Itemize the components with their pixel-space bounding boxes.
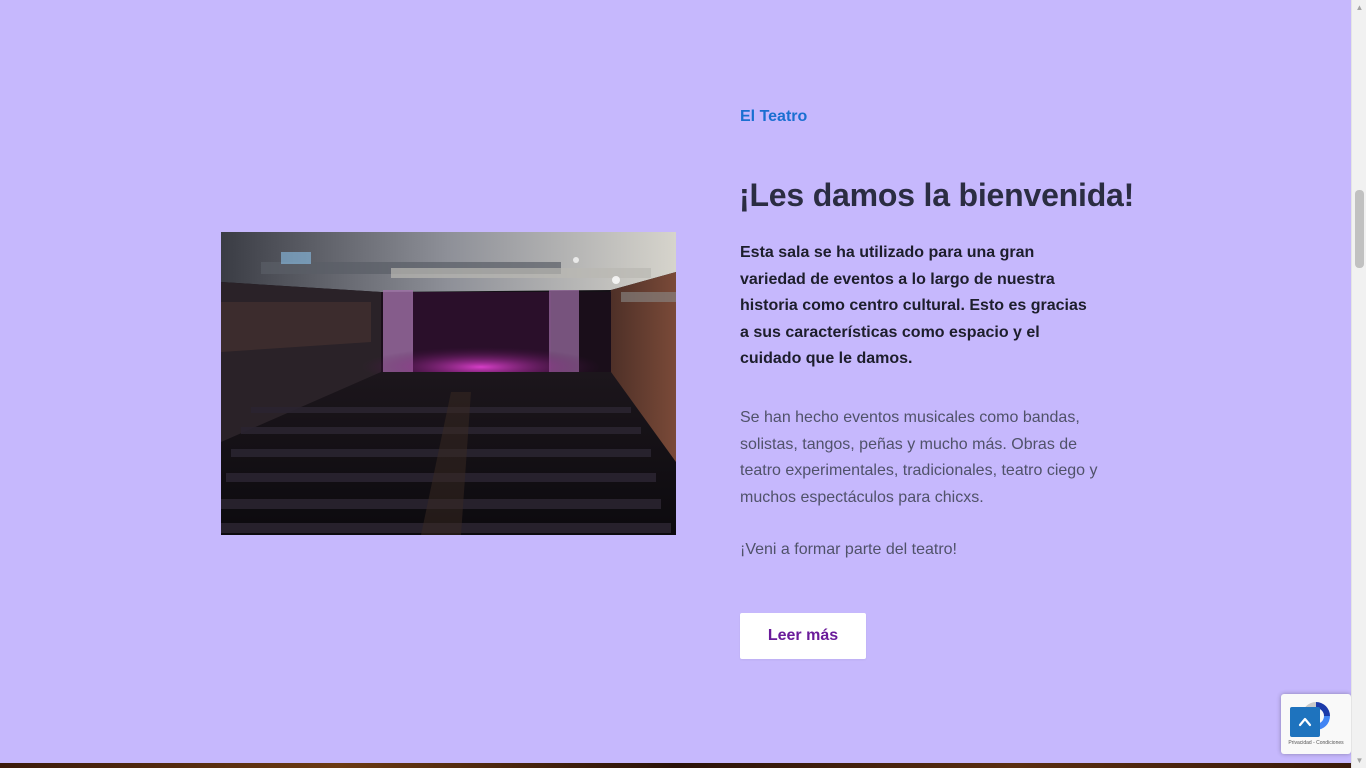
body-paragraph: Se han hecho eventos musicales como band… [740,409,1098,506]
scrollbar-thumb[interactable] [1355,190,1364,268]
next-section-strip [0,763,1351,768]
call-to-action-text: ¡Veni a formar parte del teatro! [740,541,957,558]
page-scrollbar[interactable]: ▲ ▼ [1351,0,1366,768]
recaptcha-footer-text[interactable]: Privacidad - Condiciones [1281,740,1351,746]
page-content: El Teatro ¡Les damos la bienvenida! Esta… [0,0,1351,768]
theater-hall-photo [221,232,676,535]
lead-paragraph: Esta sala se ha utilizado para una gran … [740,244,1087,367]
back-to-top-button[interactable] [1290,707,1320,737]
read-more-button[interactable]: Leer más [740,613,866,659]
section-headline: ¡Les damos la bienvenida! [739,177,1135,213]
scroll-up-arrow-icon[interactable]: ▲ [1352,0,1366,15]
chevron-up-icon [1298,717,1312,727]
scroll-down-arrow-icon[interactable]: ▼ [1352,753,1366,768]
section-eyebrow: El Teatro [740,108,808,125]
